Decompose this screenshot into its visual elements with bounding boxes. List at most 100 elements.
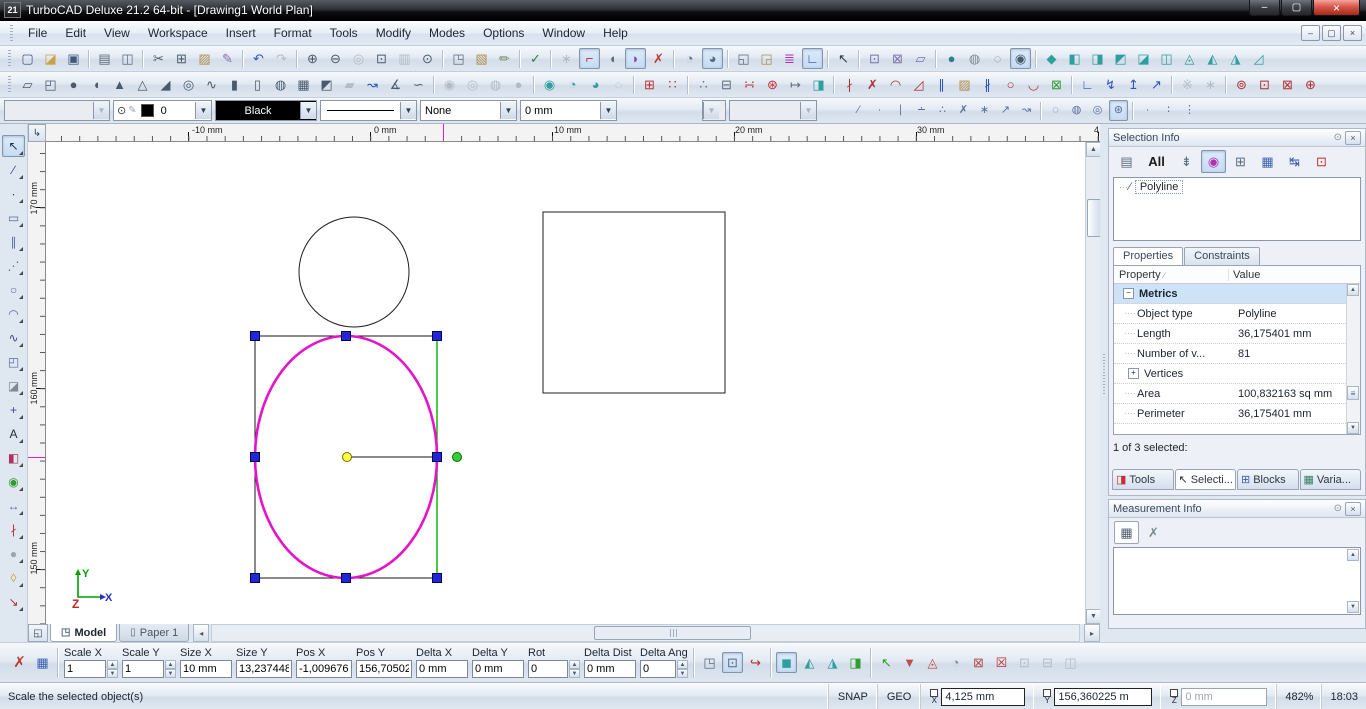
menu-edit[interactable]: Edit <box>56 23 95 43</box>
hatch-line-icon[interactable]: ⋰ <box>2 255 25 277</box>
menu-modes[interactable]: Modes <box>420 23 474 43</box>
view-nw-icon[interactable]: ◭ <box>1202 48 1223 69</box>
scroll-down-icon[interactable]: ▼ <box>1347 601 1359 613</box>
delta-dist-input[interactable] <box>584 660 636 678</box>
offset-icon[interactable]: ∥ <box>931 74 952 95</box>
y-coordinate-input[interactable]: 156,360225 m <box>1054 688 1152 706</box>
selection-handle[interactable] <box>433 574 442 583</box>
snap-compass-icon[interactable]: ⊛ <box>1109 100 1128 121</box>
snap-magnet-icon[interactable]: ◉ <box>2 471 25 493</box>
doc-minimize-button[interactable]: – <box>1301 25 1320 41</box>
pin-icon[interactable]: ⊙ <box>1334 132 1342 143</box>
node-edit-icon[interactable]: ↯ <box>1100 74 1121 95</box>
rotated-box-icon[interactable]: ◰ <box>40 74 61 95</box>
paint-icon[interactable]: ◧ <box>2 447 25 469</box>
scroll-up-icon[interactable]: ▲ <box>1086 142 1101 157</box>
measure-icon[interactable]: ↘ <box>2 591 25 613</box>
dock-tab-selection[interactable]: ↖Selecti... <box>1175 469 1237 490</box>
group-row-metrics[interactable]: − Metrics <box>1114 284 1360 304</box>
update-view-icon[interactable]: ◲ <box>756 48 777 69</box>
layout-expand-button[interactable]: ◱ <box>28 624 48 642</box>
spline-3d-icon[interactable]: ∽ <box>408 74 429 95</box>
zoom-level[interactable]: 482% <box>1276 684 1321 709</box>
compress-icon[interactable]: ◳ <box>699 652 720 673</box>
dock-tab-blocks[interactable]: ⊞Blocks <box>1237 469 1299 490</box>
arc-icon[interactable]: ◠ <box>2 303 25 325</box>
selection-handle[interactable] <box>342 574 351 583</box>
drawn-rectangle[interactable] <box>543 212 725 393</box>
arc-3d-icon[interactable]: ∡ <box>385 74 406 95</box>
fillet-icon[interactable]: ◠ <box>885 74 906 95</box>
open-folder-icon[interactable]: ◪ <box>40 48 61 69</box>
pack-print-icon[interactable]: ⊡ <box>1254 74 1275 95</box>
zoom-out-icon[interactable]: ⊖ <box>325 48 346 69</box>
finish-button[interactable]: ✗ <box>9 652 30 673</box>
grid-scroll-thumb[interactable]: ≡ <box>1347 386 1359 400</box>
camera-position-icon[interactable]: ◔ <box>679 48 700 69</box>
snap-vertex-icon[interactable]: ∙ <box>870 100 889 121</box>
tab-model[interactable]: ◳ Model <box>50 624 117 642</box>
menu-file[interactable]: File <box>19 23 56 43</box>
solid-intersect-icon[interactable]: ◕ <box>585 74 606 95</box>
line-icon[interactable]: ∕ <box>2 159 25 181</box>
box-3d-icon[interactable]: ▱ <box>17 74 38 95</box>
cut-icon[interactable]: ✂ <box>148 48 169 69</box>
rotate-entity-icon[interactable]: ⊠ <box>1046 74 1067 95</box>
menu-insert[interactable]: Insert <box>217 23 265 43</box>
walk-through-icon[interactable]: ◗ <box>625 48 646 69</box>
tangent-arc-icon[interactable]: ◡ <box>1023 74 1044 95</box>
rod-icon[interactable]: ▯ <box>247 74 268 95</box>
ruler-origin-button[interactable]: ↳ <box>28 124 46 142</box>
paste-icon[interactable]: ▨ <box>194 48 215 69</box>
array-icon[interactable]: ∷ <box>662 74 683 95</box>
wedge-icon[interactable]: ◢ <box>155 74 176 95</box>
property-row-vertices[interactable]: +Vertices <box>1114 364 1360 384</box>
meet-two-lines-icon[interactable]: ✗ <box>862 74 883 95</box>
property-row[interactable]: Number of v...81 <box>1114 344 1360 364</box>
snap-three-point-icon[interactable]: ⋮ <box>1180 100 1199 121</box>
overlap-triangles-icon[interactable]: ◬ <box>922 652 943 673</box>
view-ne-icon[interactable]: ◬ <box>1179 48 1200 69</box>
copy-icon[interactable]: ⊞ <box>171 48 192 69</box>
pack-icon[interactable]: ⊞ <box>639 74 660 95</box>
tab-properties[interactable]: Properties <box>1113 247 1183 265</box>
view-back-icon[interactable]: ◩ <box>1110 48 1131 69</box>
calculator-icon[interactable]: ▦ <box>32 652 53 673</box>
dimension-icon[interactable]: ↔ <box>2 495 25 517</box>
size-x-input[interactable] <box>180 660 232 678</box>
hook-line-icon[interactable]: ↪ <box>745 652 766 673</box>
workplane-icon[interactable]: ⌐ <box>579 48 600 69</box>
measurement-list[interactable]: ▲ ▼ <box>1113 547 1361 615</box>
select-fence-icon[interactable]: ◨ <box>845 652 866 673</box>
collapse-icon[interactable]: − <box>1123 288 1134 299</box>
move-icon[interactable]: + <box>2 399 25 421</box>
select-cp-icon[interactable]: ◮ <box>822 652 843 673</box>
surface-icon[interactable]: ● <box>2 543 25 565</box>
geo-toggle[interactable]: GEO <box>877 684 920 709</box>
scroll-up-icon[interactable]: ▲ <box>1347 284 1359 296</box>
vertical-scrollbar[interactable]: ▲ ▼ <box>1085 142 1100 624</box>
pos-x-input[interactable] <box>296 660 352 678</box>
select-inside-icon[interactable]: ◼ <box>776 652 797 673</box>
cone-icon[interactable]: ▲ <box>109 74 130 95</box>
chamfer-icon[interactable]: ◿ <box>908 74 929 95</box>
close-panel-icon[interactable]: × <box>1345 131 1361 145</box>
context-help-icon[interactable]: ↖ <box>833 48 854 69</box>
spinner[interactable]: ▲▼ <box>165 660 176 678</box>
view-sw-icon[interactable]: ◿ <box>1248 48 1269 69</box>
render-hidden-icon[interactable]: ◍ <box>964 48 985 69</box>
left-ruler[interactable]: 170 mm160 mm150 mm <box>28 142 46 624</box>
line-style-combo[interactable]: ▼ <box>320 100 417 121</box>
grid-scrollbar[interactable]: ▲ ≡ ▼ <box>1346 284 1360 434</box>
mouse-3d-icon[interactable]: ◖ <box>602 48 623 69</box>
shrink-frame-icon[interactable]: ▨ <box>954 74 975 95</box>
snap-quadrant-icon[interactable]: ∗ <box>975 100 994 121</box>
snap-coordinate-icon[interactable]: ∣ <box>891 100 910 121</box>
view-top-icon[interactable]: ◧ <box>1064 48 1085 69</box>
horizontal-scrollbar[interactable] <box>211 624 1080 642</box>
load-selection-icon[interactable]: ⇟ <box>1174 150 1199 173</box>
double-line-icon[interactable]: ∥ <box>2 231 25 253</box>
menu-workspace[interactable]: Workspace <box>139 23 217 43</box>
tab-scroll-left-icon[interactable]: ◂ <box>193 624 209 642</box>
cylinder-icon[interactable]: ▮ <box>224 74 245 95</box>
